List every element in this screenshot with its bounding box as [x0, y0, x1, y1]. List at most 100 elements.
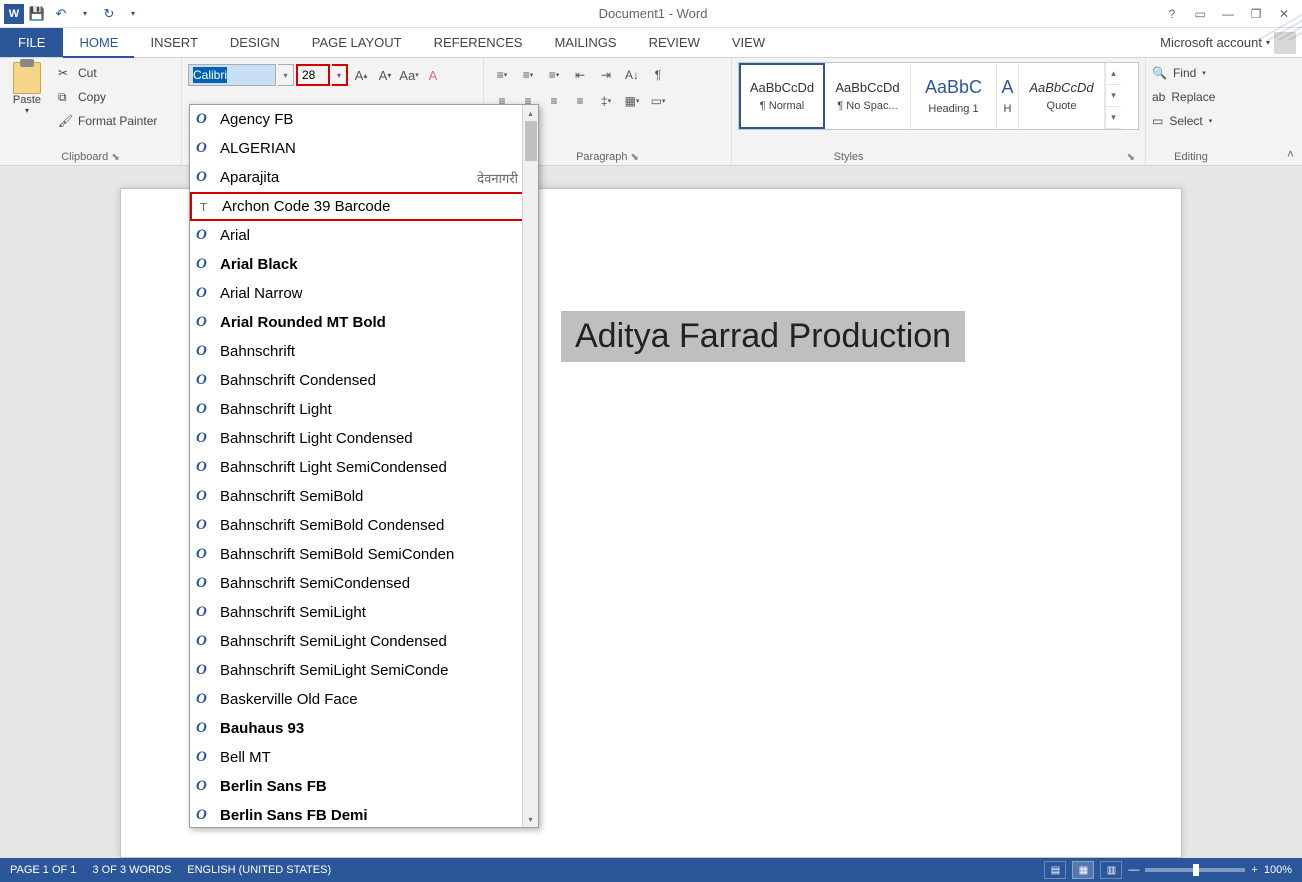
style-nospacing[interactable]: AaBbCcDd ¶ No Spac... — [825, 63, 911, 129]
find-button[interactable]: 🔍Find ▾ — [1152, 62, 1230, 84]
replace-button[interactable]: abReplace — [1152, 86, 1230, 108]
font-size-input[interactable]: 28 — [296, 64, 330, 86]
zoom-slider[interactable] — [1145, 868, 1245, 872]
help-button[interactable]: ? — [1162, 4, 1182, 24]
font-option[interactable]: OBahnschrift SemiBold — [190, 482, 538, 511]
multilevel-button[interactable]: ≡▾ — [542, 64, 566, 86]
scroll-up-button[interactable]: ▴ — [523, 105, 538, 121]
font-option[interactable]: OBahnschrift Light SemiCondensed — [190, 453, 538, 482]
font-option[interactable]: OBahnschrift Condensed — [190, 366, 538, 395]
scrollbar-thumb[interactable] — [525, 121, 537, 161]
justify-button[interactable]: ≡ — [568, 90, 592, 112]
line-spacing-button[interactable]: ‡▾ — [594, 90, 618, 112]
zoom-level[interactable]: 100% — [1264, 864, 1292, 876]
paste-button[interactable]: Paste ▾ — [6, 62, 48, 132]
language-status[interactable]: ENGLISH (UNITED STATES) — [187, 864, 331, 876]
font-option[interactable]: OAparajitaदेवनागरी — [190, 163, 538, 192]
font-option[interactable]: OBahnschrift Light — [190, 395, 538, 424]
font-option[interactable]: OBaskerville Old Face — [190, 685, 538, 714]
font-name-dropdown-button[interactable]: ▾ — [278, 64, 294, 86]
read-mode-button[interactable]: ▤ — [1044, 861, 1066, 879]
selected-text[interactable]: Aditya Farrad Production — [561, 311, 965, 362]
font-option[interactable]: ＴArchon Code 39 Barcode — [190, 192, 538, 221]
font-option[interactable]: OBerlin Sans FB Demi — [190, 801, 538, 828]
select-button[interactable]: ▭Select ▾ — [1152, 110, 1230, 132]
bullets-button[interactable]: ≡▾ — [490, 64, 514, 86]
tab-view[interactable]: VIEW — [716, 28, 781, 57]
decrease-indent-button[interactable]: ⇤ — [568, 64, 592, 86]
font-option[interactable]: OArial Rounded MT Bold — [190, 308, 538, 337]
collapse-ribbon-button[interactable]: ˄ — [1287, 147, 1294, 161]
clear-format-button[interactable]: A — [422, 64, 444, 86]
print-layout-button[interactable]: ▦ — [1072, 861, 1094, 879]
styles-dialog-launcher[interactable]: ⬊ — [1127, 152, 1135, 163]
grow-font-button[interactable]: A▴ — [350, 64, 372, 86]
tab-mailings[interactable]: MAILINGS — [538, 28, 632, 57]
font-option[interactable]: OBauhaus 93 — [190, 714, 538, 743]
sort-button[interactable]: A↓ — [620, 64, 644, 86]
qat-customize[interactable]: ▾ — [122, 3, 144, 25]
numbering-button[interactable]: ≡▾ — [516, 64, 540, 86]
font-option[interactable]: OBahnschrift Light Condensed — [190, 424, 538, 453]
show-marks-button[interactable]: ¶ — [646, 64, 670, 86]
web-layout-button[interactable]: ▥ — [1100, 861, 1122, 879]
page-status[interactable]: PAGE 1 OF 1 — [10, 864, 76, 876]
font-option[interactable]: OBahnschrift — [190, 337, 538, 366]
styles-scroll-down[interactable]: ▾ — [1106, 85, 1121, 107]
zoom-thumb[interactable] — [1193, 864, 1199, 876]
tab-review[interactable]: REVIEW — [633, 28, 716, 57]
shrink-font-button[interactable]: A▾ — [374, 64, 396, 86]
font-option[interactable]: OArial Black — [190, 250, 538, 279]
redo-button[interactable]: ↻ — [98, 3, 120, 25]
paragraph-dialog-launcher[interactable]: ⬊ — [631, 152, 639, 163]
tab-pagelayout[interactable]: PAGE LAYOUT — [296, 28, 418, 57]
styles-gallery[interactable]: AaBbCcDd ¶ Normal AaBbCcDd ¶ No Spac... … — [738, 62, 1139, 130]
style-heading1[interactable]: AaBbC Heading 1 — [911, 63, 997, 129]
align-right-button[interactable]: ≡ — [542, 90, 566, 112]
font-option[interactable]: OALGERIAN — [190, 134, 538, 163]
replace-icon: ab — [1152, 90, 1165, 104]
format-painter-button[interactable]: 🖌Format Painter — [58, 110, 157, 132]
tab-references[interactable]: REFERENCES — [418, 28, 539, 57]
font-option[interactable]: OBell MT — [190, 743, 538, 772]
font-option[interactable]: OArial Narrow — [190, 279, 538, 308]
font-option[interactable]: OBahnschrift SemiLight SemiConde — [190, 656, 538, 685]
opentype-icon: O — [196, 575, 212, 592]
style-heading2[interactable]: A H — [997, 63, 1019, 129]
change-case-button[interactable]: Aa▾ — [398, 64, 420, 86]
borders-button[interactable]: ▭▾ — [646, 90, 670, 112]
styles-more-button[interactable]: ▾ — [1106, 107, 1121, 129]
font-option[interactable]: OArial — [190, 221, 538, 250]
font-option[interactable]: OAgency FB — [190, 105, 538, 134]
dropdown-scrollbar[interactable]: ▴ ▾ — [522, 105, 538, 827]
shading-button[interactable]: ▦▾ — [620, 90, 644, 112]
scroll-down-button[interactable]: ▾ — [523, 811, 538, 827]
undo-button[interactable]: ↶ — [50, 3, 72, 25]
zoom-in-button[interactable]: + — [1251, 864, 1257, 876]
tab-design[interactable]: DESIGN — [214, 28, 296, 57]
tab-home[interactable]: HOME — [63, 28, 134, 58]
tab-file[interactable]: FILE — [0, 28, 63, 57]
minimize-button[interactable]: — — [1218, 4, 1238, 24]
increase-indent-button[interactable]: ⇥ — [594, 64, 618, 86]
clipboard-dialog-launcher[interactable]: ⬊ — [111, 152, 119, 163]
ribbon-options-button[interactable]: ▭ — [1190, 4, 1210, 24]
font-option[interactable]: OBahnschrift SemiLight Condensed — [190, 627, 538, 656]
zoom-out-button[interactable]: — — [1128, 864, 1139, 876]
font-option[interactable]: OBahnschrift SemiLight — [190, 598, 538, 627]
undo-dropdown[interactable]: ▾ — [74, 3, 96, 25]
copy-button[interactable]: ⧉Copy — [58, 86, 157, 108]
style-quote[interactable]: AaBbCcDd Quote — [1019, 63, 1105, 129]
cut-button[interactable]: ✂Cut — [58, 62, 157, 84]
word-count[interactable]: 3 OF 3 WORDS — [92, 864, 171, 876]
tab-insert[interactable]: INSERT — [134, 28, 213, 57]
font-option[interactable]: OBerlin Sans FB — [190, 772, 538, 801]
font-option[interactable]: OBahnschrift SemiCondensed — [190, 569, 538, 598]
font-name-input[interactable]: Calibri — [188, 64, 276, 86]
style-normal[interactable]: AaBbCcDd ¶ Normal — [739, 63, 825, 129]
font-option[interactable]: OBahnschrift SemiBold Condensed — [190, 511, 538, 540]
font-size-dropdown-button[interactable]: ▾ — [332, 64, 348, 86]
save-button[interactable]: 💾 — [26, 3, 48, 25]
font-option[interactable]: OBahnschrift SemiBold SemiConden — [190, 540, 538, 569]
styles-scroll-up[interactable]: ▴ — [1106, 63, 1121, 85]
